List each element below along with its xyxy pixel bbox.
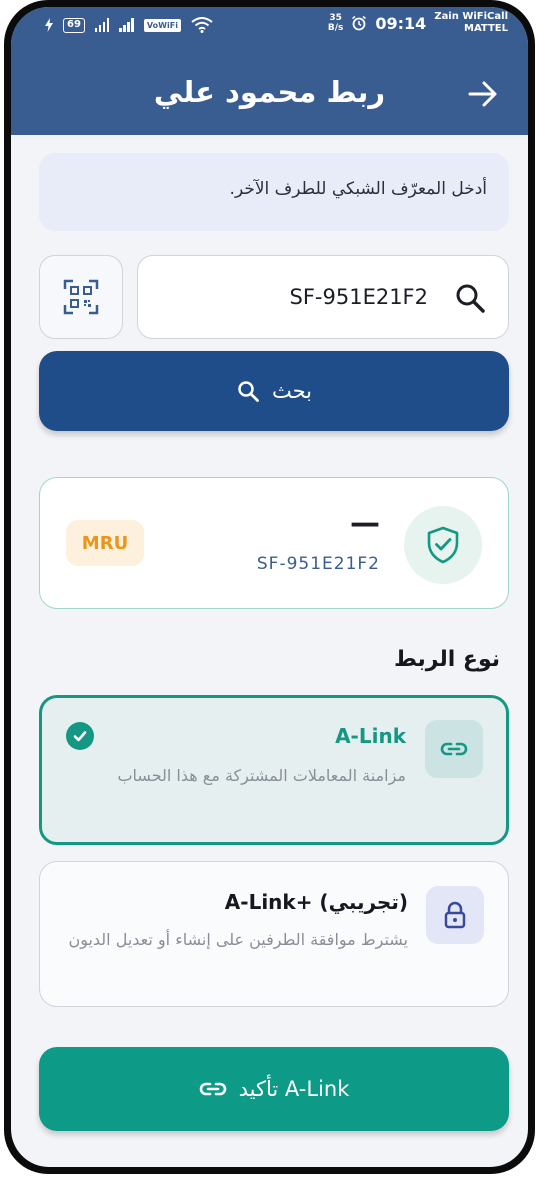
network-id-input[interactable] — [158, 256, 428, 338]
qr-scan-icon — [63, 279, 99, 315]
carrier-label: Zain WiFiCall MATTEL — [434, 11, 508, 34]
link-icon — [199, 1082, 226, 1096]
currency-badge: MRU — [66, 520, 144, 566]
status-time: 09:14 — [375, 13, 427, 33]
info-text: أدخل المعرّف الشبكي للطرف الآخر. — [229, 179, 487, 199]
info-banner: أدخل المعرّف الشبكي للطرف الآخر. — [39, 153, 509, 231]
option-icon-box — [426, 886, 484, 944]
battery-indicator: 69 — [63, 17, 85, 33]
search-icon — [456, 284, 485, 313]
shield-check-icon — [427, 526, 459, 564]
status-bar: 69 VoWiFi 35 B/s 09:14 Zain WiFiCall MAT… — [11, 7, 528, 51]
option-title: A-Link+ (تجريبي) — [224, 890, 408, 914]
search-result-card[interactable]: — SF-951E21F2 MRU — [39, 477, 509, 609]
option-a-link[interactable]: A-Link مزامنة المعاملات المشتركة مع هذا … — [39, 695, 509, 845]
charging-icon — [45, 18, 53, 32]
device-frame: 69 VoWiFi 35 B/s 09:14 Zain WiFiCall MAT… — [4, 0, 535, 1174]
check-circle-icon — [66, 722, 94, 750]
result-network-id: SF-951E21F2 — [256, 554, 380, 574]
link-type-heading: نوع الربط — [393, 647, 500, 672]
option-title: A-Link — [335, 724, 406, 748]
option-a-link-plus[interactable]: A-Link+ (تجريبي) يشترط موافقة الطرفين عل… — [39, 861, 509, 1007]
result-name: — — [350, 506, 380, 541]
vowifi-badge: VoWiFi — [143, 18, 181, 32]
alarm-icon — [352, 15, 367, 31]
network-speed: 35 B/s — [327, 13, 344, 33]
option-icon-box — [425, 720, 483, 778]
search-button[interactable]: بحث — [39, 351, 509, 431]
qr-scan-button[interactable] — [39, 255, 123, 339]
title-bar: ربط محمود علي — [11, 67, 528, 123]
app-header: 69 VoWiFi 35 B/s 09:14 Zain WiFiCall MAT… — [11, 7, 528, 135]
search-icon — [238, 381, 259, 402]
app-screen: 69 VoWiFi 35 B/s 09:14 Zain WiFiCall MAT… — [11, 7, 528, 1167]
wifi-icon — [191, 17, 213, 33]
signal-icon — [94, 18, 110, 32]
back-arrow-icon[interactable] — [466, 77, 500, 111]
link-icon — [440, 742, 468, 756]
page-title: ربط محمود علي — [153, 75, 386, 109]
lock-icon — [444, 901, 466, 929]
signal-roaming-icon — [119, 18, 134, 32]
network-id-field[interactable] — [137, 255, 509, 339]
verified-badge — [404, 506, 482, 584]
option-description: مزامنة المعاملات المشتركة مع هذا الحساب — [117, 766, 406, 785]
option-description: يشترط موافقة الطرفين على إنشاء أو تعديل … — [68, 930, 408, 949]
confirm-a-link-button[interactable]: تأكيد A-Link — [39, 1047, 509, 1131]
confirm-button-label: تأكيد A-Link — [238, 1077, 350, 1101]
search-button-label: بحث — [271, 379, 313, 403]
